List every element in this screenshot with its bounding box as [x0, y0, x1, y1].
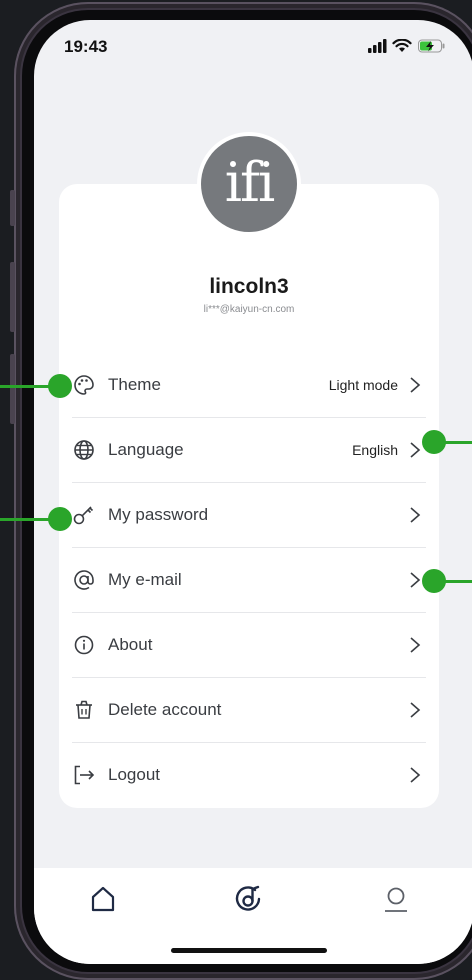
user-email: li***@kaiyun-cn.com: [203, 304, 295, 315]
menu-label-about: About: [108, 635, 153, 654]
profile-icon[interactable]: [381, 884, 411, 914]
menu-item-password[interactable]: My password: [72, 483, 426, 548]
menu-item-about[interactable]: About: [72, 613, 426, 678]
theme-value: Light mode: [328, 377, 398, 393]
menu-label-theme: Theme: [108, 375, 161, 394]
menu-label-delete-account: Delete account: [108, 700, 222, 719]
info-icon: [74, 635, 94, 655]
chevron-right-icon: [410, 572, 421, 588]
key-icon: [73, 506, 94, 525]
volume-up-button: [10, 262, 15, 332]
chevron-right-icon: [410, 767, 421, 783]
menu-item-email[interactable]: My e-mail: [72, 548, 426, 613]
chevron-right-icon: [410, 377, 421, 393]
menu-label-password: My password: [108, 505, 209, 524]
menu-label-language: Language: [108, 440, 184, 459]
trash-icon: [76, 700, 92, 719]
username: lincoln3: [209, 275, 289, 298]
menu-item-delete-account[interactable]: Delete account: [72, 678, 426, 743]
palette-icon: [74, 375, 94, 395]
chevron-right-icon: [410, 637, 421, 653]
mute-switch: [10, 190, 15, 226]
menu-item-language[interactable]: Language English: [72, 418, 426, 483]
home-icon[interactable]: [88, 884, 118, 914]
chevron-right-icon: [410, 442, 421, 458]
settings-menu: Theme Light mode Language English My pas…: [72, 353, 426, 807]
annotation-marker-password: [0, 507, 74, 531]
annotation-marker-theme: [0, 374, 74, 398]
menu-label-email: My e-mail: [108, 570, 182, 589]
globe-icon: [74, 440, 94, 460]
menu-label-logout: Logout: [108, 765, 160, 784]
menu-item-theme[interactable]: Theme Light mode: [72, 353, 426, 418]
at-sign-icon: [74, 570, 94, 590]
battery-charging-icon: [418, 39, 445, 53]
wifi-icon: [392, 39, 412, 52]
menu-item-logout[interactable]: Logout: [72, 743, 426, 807]
logout-icon: [74, 765, 95, 785]
avatar-logo: ifi: [201, 136, 297, 232]
annotation-marker-language: [422, 430, 472, 454]
chevron-right-icon: [410, 507, 421, 523]
music-disc-icon[interactable]: [233, 884, 263, 914]
status-time: 19:43: [64, 37, 108, 56]
avatar[interactable]: ifi: [197, 132, 301, 236]
home-indicator: [171, 948, 327, 953]
signal-icon: [368, 39, 387, 53]
language-value: English: [352, 442, 398, 458]
chevron-right-icon: [410, 702, 421, 718]
screen: 19:43 ifi lincoln3 li***@kaiyun-cn.com T…: [34, 20, 472, 964]
annotation-marker-email: [422, 569, 472, 593]
